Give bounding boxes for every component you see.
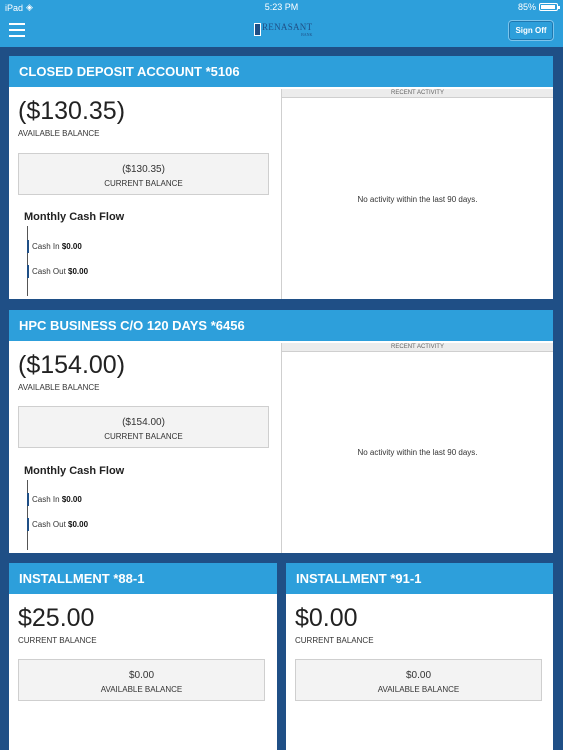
current-balance-label: CURRENT BALANCE <box>295 636 374 645</box>
account-card-91-1[interactable]: INSTALLMENT *91-1 $0.00 CURRENT BALANCE … <box>286 563 553 750</box>
account-card-5106[interactable]: CLOSED DEPOSIT ACCOUNT *5106 ($130.35) A… <box>9 56 553 299</box>
current-balance-label: CURRENT BALANCE <box>104 432 183 441</box>
available-balance-amount: ($130.35) <box>18 97 126 125</box>
current-balance-amount: ($130.35) <box>122 164 165 175</box>
monthly-cash-flow-title: Monthly Cash Flow <box>24 465 125 477</box>
status-bar: iPad ◈ 5:23 PM 85% <box>0 0 563 14</box>
current-balance-box: ($130.35) CURRENT BALANCE <box>18 153 269 195</box>
recent-activity-panel: RECENT ACTIVITY No activity within the l… <box>281 89 553 299</box>
cash-flow-axis <box>27 480 28 550</box>
current-balance-label: CURRENT BALANCE <box>18 636 97 645</box>
cash-out-bar <box>27 518 29 531</box>
cash-in-label: Cash In <box>32 242 60 251</box>
hamburger-menu-icon[interactable] <box>9 23 25 37</box>
logo-subtext: BANK <box>301 32 313 37</box>
available-balance-box: $0.00 AVAILABLE BALANCE <box>295 659 542 701</box>
current-balance-amount: ($154.00) <box>122 417 165 428</box>
cash-out-value: $0.00 <box>68 520 89 529</box>
clock: 5:23 PM <box>264 2 299 12</box>
cash-in-bar <box>27 493 29 506</box>
logo-text: RENASANT <box>262 22 313 32</box>
account-card-6456[interactable]: HPC BUSINESS C/O 120 DAYS *6456 ($154.00… <box>9 310 553 553</box>
cash-out-bar <box>27 265 29 278</box>
cash-in-label: Cash In <box>32 495 60 504</box>
cash-out-label: Cash Out <box>32 520 66 529</box>
battery-icon <box>539 3 560 11</box>
available-balance-amount: $0.00 <box>405 670 432 681</box>
nav-bar: RENASANT BANK Sign Off <box>0 14 563 47</box>
current-balance-label: CURRENT BALANCE <box>104 179 183 188</box>
account-title: INSTALLMENT *88-1 <box>9 563 277 594</box>
no-activity-message: No activity within the last 90 days. <box>357 448 478 457</box>
sign-off-button[interactable]: Sign Off <box>508 20 554 41</box>
recent-activity-panel: RECENT ACTIVITY No activity within the l… <box>281 343 553 553</box>
cash-out-label: Cash Out <box>32 267 66 276</box>
cash-in-row: Cash In $0.00 <box>32 242 82 251</box>
cash-in-row: Cash In $0.00 <box>32 495 82 504</box>
available-balance-amount: $0.00 <box>128 670 155 681</box>
monthly-cash-flow-title: Monthly Cash Flow <box>24 211 125 223</box>
cash-in-value: $0.00 <box>61 495 82 504</box>
account-title: HPC BUSINESS C/O 120 DAYS *6456 <box>9 310 553 341</box>
battery-percent: 85% <box>517 2 536 12</box>
account-title: CLOSED DEPOSIT ACCOUNT *5106 <box>9 56 553 87</box>
cash-out-row: Cash Out $0.00 <box>32 267 88 276</box>
current-balance-box: ($154.00) CURRENT BALANCE <box>18 406 269 448</box>
bank-logo: RENASANT BANK <box>254 23 312 37</box>
account-title: INSTALLMENT *91-1 <box>286 563 553 594</box>
available-balance-label: AVAILABLE BALANCE <box>377 685 460 694</box>
cash-in-bar <box>27 240 29 253</box>
available-balance-box: $0.00 AVAILABLE BALANCE <box>18 659 265 701</box>
cash-flow-axis <box>27 226 28 296</box>
recent-activity-header: RECENT ACTIVITY <box>282 343 553 352</box>
cash-in-value: $0.00 <box>61 242 82 251</box>
no-activity-message: No activity within the last 90 days. <box>357 195 478 204</box>
cash-out-value: $0.00 <box>68 267 89 276</box>
available-balance-label: AVAILABLE BALANCE <box>18 383 100 392</box>
account-card-88-1[interactable]: INSTALLMENT *88-1 $25.00 CURRENT BALANCE… <box>9 563 277 750</box>
cash-out-row: Cash Out $0.00 <box>32 520 88 529</box>
current-balance-amount: $25.00 <box>18 604 95 632</box>
logo-mark-icon <box>254 23 261 36</box>
recent-activity-header: RECENT ACTIVITY <box>282 89 553 98</box>
current-balance-amount: $0.00 <box>295 604 358 632</box>
available-balance-amount: ($154.00) <box>18 351 126 379</box>
available-balance-label: AVAILABLE BALANCE <box>18 129 100 138</box>
available-balance-label: AVAILABLE BALANCE <box>100 685 183 694</box>
status-right: 85% <box>517 2 560 12</box>
